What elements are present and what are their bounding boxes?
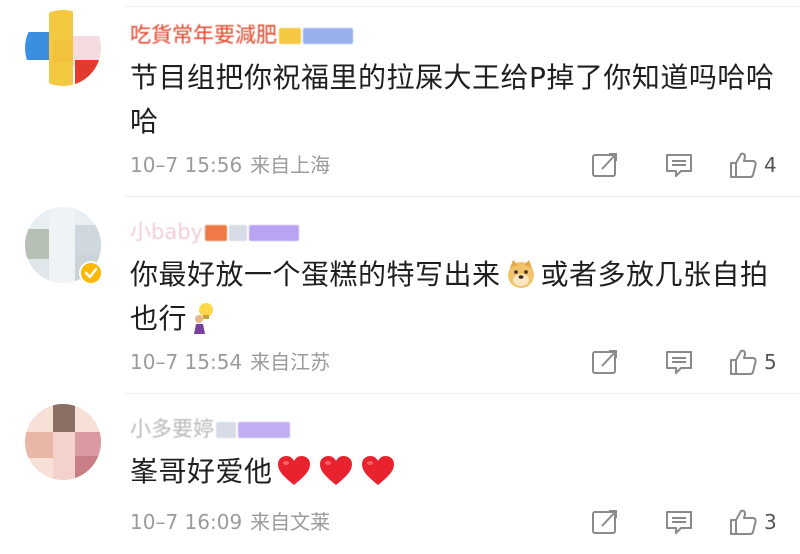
like-button[interactable]: 5 [728,347,778,377]
badge-icon [204,225,227,241]
red-heart-emoji [319,456,352,485]
share-icon[interactable] [590,347,620,377]
username[interactable]: 小baby [130,219,299,245]
avatar-image [25,10,101,86]
badge-icon [303,28,353,44]
badge-icon [216,422,236,438]
badge-icon [228,225,247,241]
avatar-image [25,404,101,480]
comment-text: 节目组把你祝福里的拉屎大王给P掉了你知道吗哈哈哈 [130,61,775,138]
avatar[interactable] [25,10,101,86]
comment-icon[interactable] [664,347,694,377]
doge-emoji [507,260,534,288]
like-button[interactable]: 4 [728,150,778,180]
comment-actions: 4 [590,150,778,180]
comment-icon[interactable] [664,150,694,180]
location: 来自文莱 [250,510,331,534]
comment-text-part: 或者多放几张自拍 [540,258,769,291]
like-count: 3 [764,510,777,534]
comment-meta: 10–7 16:09 来自文莱 [130,509,330,535]
comment-item: 吃貨常年要減肥 节目组把你祝福里的拉屎大王给P掉了你知道吗哈哈哈 10–7 15… [0,0,800,197]
red-heart-emoji [277,456,310,485]
avatar[interactable] [25,207,103,285]
thumbs-up-icon [730,349,757,375]
comment-text-part: 峯哥好爱他 [130,455,273,488]
timestamp: 10–7 15:56 [130,153,243,177]
timestamp: 10–7 15:54 [130,350,243,374]
comment-actions: 5 [590,347,778,377]
share-icon[interactable] [590,507,620,537]
thumbs-up-icon [730,509,757,535]
comment-text-part: 也行 [130,302,188,335]
location: 来自江苏 [250,350,331,374]
comment-meta: 10–7 15:54 来自江苏 [130,349,330,375]
username[interactable]: 小多要婷 [130,416,290,442]
thumbs-up-icon [730,152,757,178]
badge-icon [279,28,301,44]
bulb-person-emoji [194,303,214,334]
comment-meta: 10–7 15:56 来自上海 [130,152,330,178]
timestamp: 10–7 16:09 [130,510,243,534]
comment-text: 你最好放一个蛋糕的特写出来 或者多放几张自拍也行 [130,253,790,341]
location: 来自上海 [250,153,331,177]
like-count: 5 [764,350,777,374]
badge-icon [248,225,299,241]
username[interactable]: 吃貨常年要減肥 [130,22,353,48]
username-text: 小baby [130,220,203,244]
comment-item: 小baby 你最好放一个蛋糕的特写出来 或者多放几张自拍也行 10–7 15:5… [0,197,800,394]
comment-text: 峯哥好爱他 [130,450,790,494]
comment-text-part: 你最好放一个蛋糕的特写出来 [130,258,501,291]
red-heart-emoji [361,456,394,485]
like-count: 4 [764,153,777,177]
like-button[interactable]: 3 [728,507,778,537]
share-icon[interactable] [590,150,620,180]
comment-icon[interactable] [664,507,694,537]
username-text: 吃貨常年要減肥 [130,23,277,47]
comment-item: 小多要婷 峯哥好爱他 10–7 16:09 来自文莱 3 [0,394,800,554]
badge-icon [238,422,290,438]
verified-badge-icon [79,261,103,285]
comment-actions: 3 [590,507,778,537]
username-text: 小多要婷 [130,417,214,441]
avatar[interactable] [25,404,101,480]
